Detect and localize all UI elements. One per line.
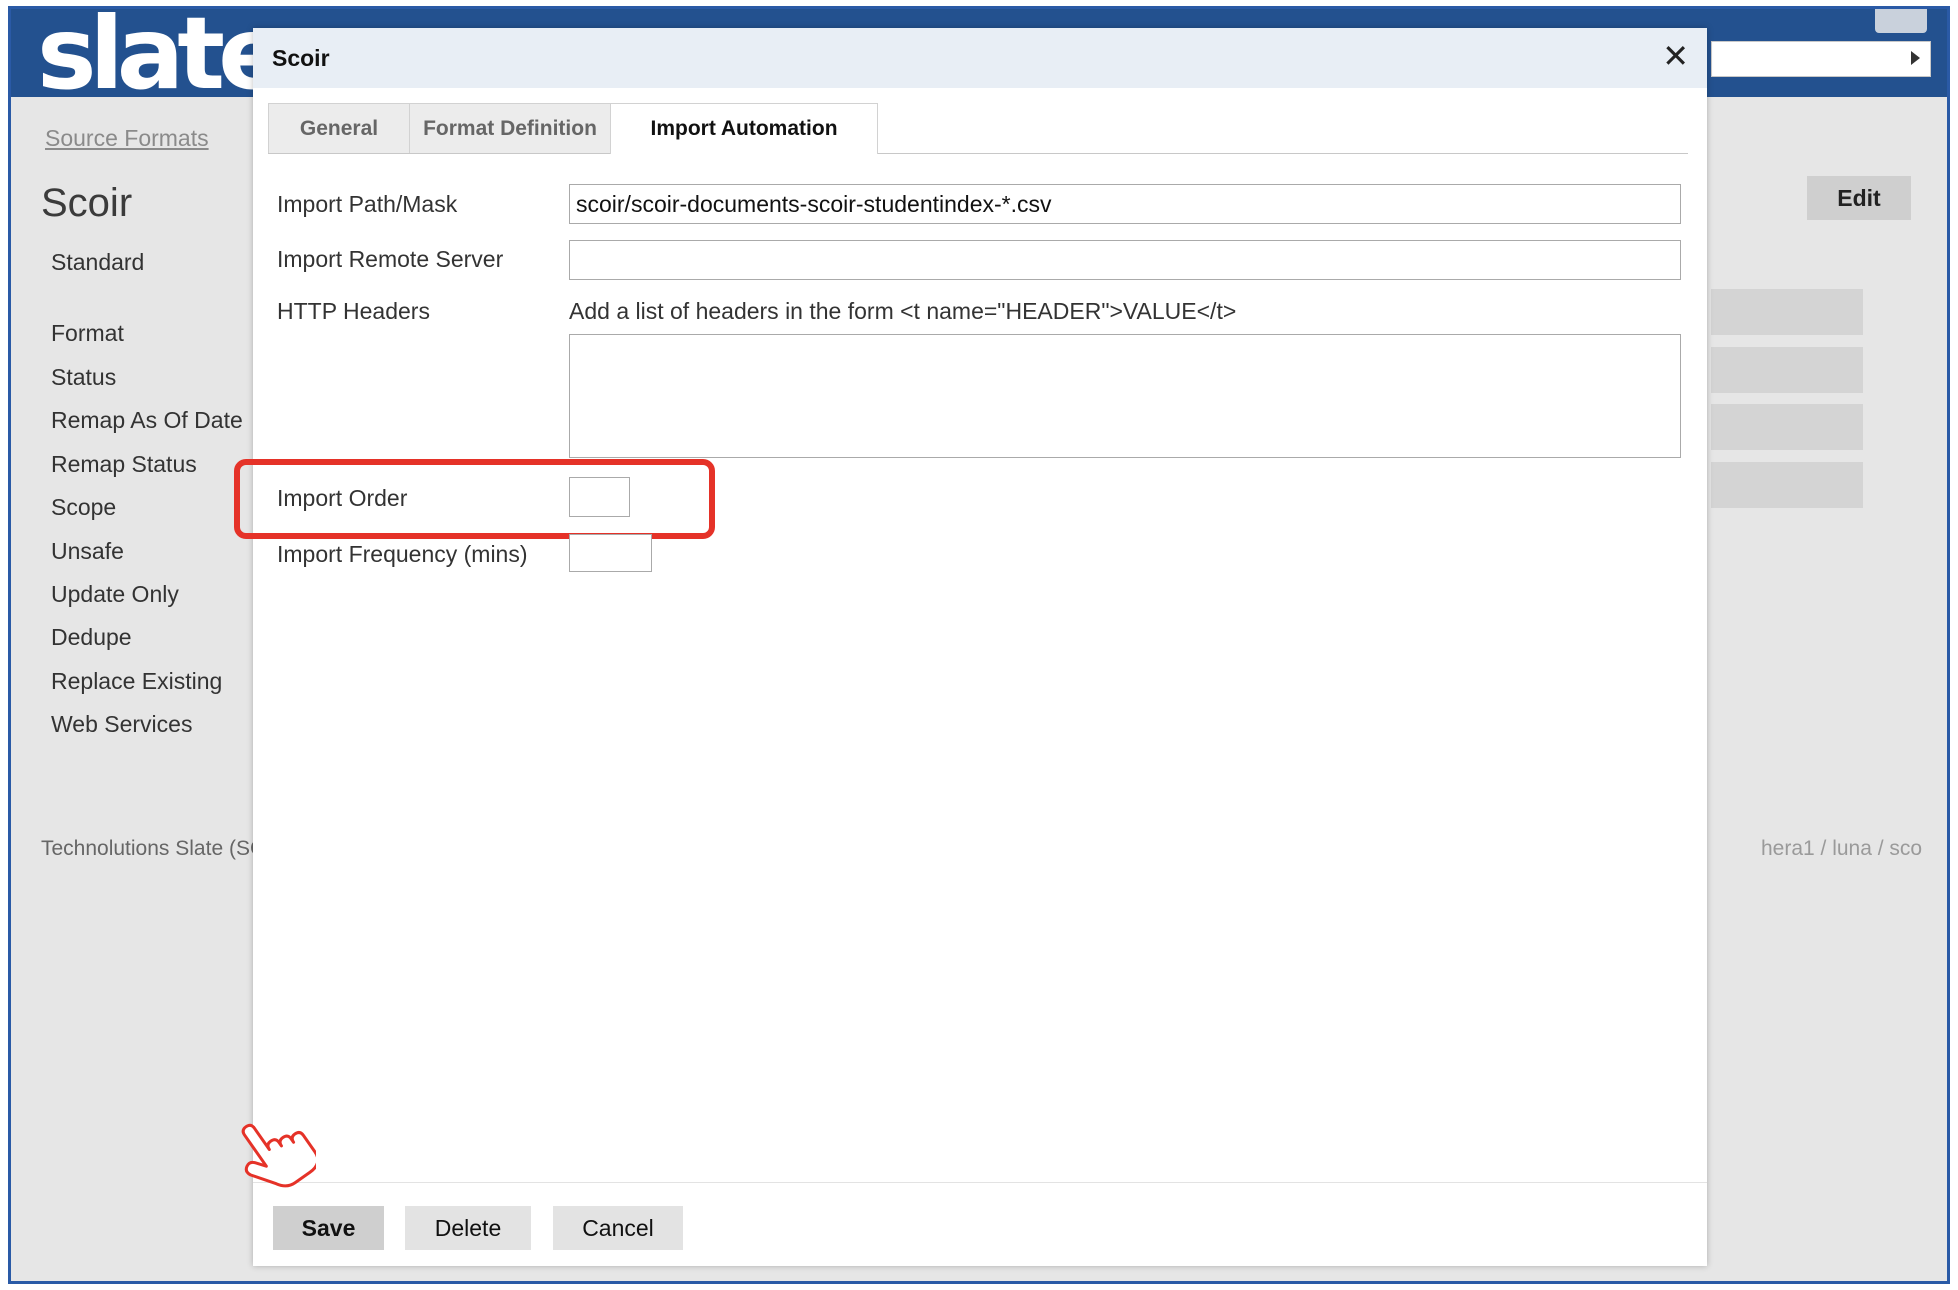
sidebar-item-web-services: Web Services: [51, 711, 193, 737]
avatar[interactable]: [1875, 9, 1927, 33]
dialog-footer-divider: [253, 1182, 1707, 1183]
import-automation-dialog: Scoir ✕ General Format Definition Import…: [234, 28, 1707, 1266]
sidebar-item-dedupe: Dedupe: [51, 624, 132, 650]
sidebar-item-replace-existing: Replace Existing: [51, 668, 223, 694]
edit-button[interactable]: Edit: [1807, 176, 1911, 220]
sidebar-item-status: Status: [51, 364, 117, 390]
sidebar-item-unsafe: Unsafe: [51, 538, 124, 564]
background-bar: [1711, 462, 1863, 508]
import-path-label: Import Path/Mask: [277, 191, 458, 217]
close-icon[interactable]: ✕: [1662, 38, 1689, 74]
breadcrumb-source-formats[interactable]: Source Formats: [45, 125, 209, 152]
sidebar-item-remap-status: Remap Status: [51, 451, 197, 477]
top-search-input[interactable]: [1711, 41, 1931, 77]
sidebar-item-scope: Scope: [51, 494, 117, 520]
import-path-input[interactable]: [569, 184, 1681, 224]
import-order-input[interactable]: [569, 477, 630, 517]
sidebar-item-update-only: Update Only: [51, 581, 179, 607]
footer-left-text: Technolutions Slate (SC: [41, 837, 266, 860]
import-remote-server-input[interactable]: [569, 240, 1681, 280]
dialog-tabs: General Format Definition Import Automat…: [268, 103, 1688, 154]
dialog-header: Scoir ✕: [253, 28, 1707, 88]
dialog-title: Scoir: [272, 45, 330, 71]
hand-pointer-icon: [241, 1123, 316, 1188]
background-bar: [1711, 289, 1863, 335]
sidebar-item-standard: Standard: [51, 249, 145, 275]
slate-logo[interactable]: slate: [37, 9, 286, 112]
background-bar: [1711, 404, 1863, 450]
page-title: Scoir: [41, 181, 133, 225]
play-arrow-icon[interactable]: [1911, 51, 1920, 65]
sidebar-item-remap-as-of-date: Remap As Of Date: [51, 407, 243, 433]
import-order-label: Import Order: [277, 485, 408, 511]
background-bar: [1711, 347, 1863, 393]
sidebar-item-format: Format: [51, 320, 124, 346]
import-frequency-input[interactable]: [569, 534, 652, 572]
tab-general[interactable]: General: [268, 103, 410, 153]
import-remote-server-label: Import Remote Server: [277, 246, 504, 272]
tab-import-automation[interactable]: Import Automation: [610, 103, 878, 154]
http-headers-hint: Add a list of headers in the form <t nam…: [569, 298, 1237, 324]
http-headers-label: HTTP Headers: [277, 298, 430, 324]
delete-button[interactable]: Delete: [405, 1206, 531, 1250]
footer-right-text: hera1 / luna / sco: [1761, 837, 1923, 860]
cancel-button[interactable]: Cancel: [553, 1206, 683, 1250]
http-headers-textarea[interactable]: [569, 334, 1681, 458]
import-frequency-label: Import Frequency (mins): [277, 541, 528, 567]
tab-format-definition[interactable]: Format Definition: [409, 103, 611, 153]
save-button[interactable]: Save: [273, 1206, 384, 1250]
